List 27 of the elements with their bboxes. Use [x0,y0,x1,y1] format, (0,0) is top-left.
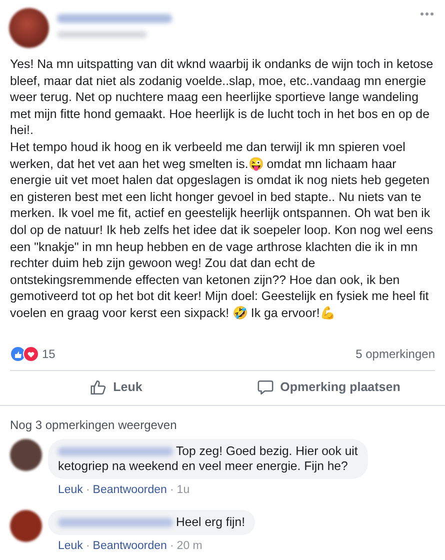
comment-button[interactable]: Opmerking plaatsen [222,370,435,404]
comment-text: ketogriep na weekend en veel meer energie. Fijn he? [58,458,348,474]
reply-link[interactable]: Beantwoorden [92,538,167,555]
comment-time: 1u [176,482,190,498]
comment-time: 20 m [176,538,202,554]
thumbs-up-icon [90,379,108,396]
comment-text: Top zeg! Goed bezig. Hier ook uit [176,444,358,458]
commenter-avatar [10,510,42,542]
avatar [9,8,49,48]
more-comments-link[interactable]: Nog 3 opmerkingen weergeven [10,416,435,434]
speech-bubble-icon [257,379,274,396]
comment-count[interactable]: 5 opmerkingen [356,344,435,362]
reaction-icons [10,346,40,362]
comment-text: Heel erg fijn! [176,514,246,530]
separator-dot: · [86,482,90,498]
more-options-icon[interactable] [420,12,434,16]
like-link[interactable]: Leuk [58,538,83,555]
separator-dot: · [170,482,174,498]
like-button[interactable]: Leuk [10,370,222,404]
like-link[interactable]: Leuk [58,482,83,499]
reply-link[interactable]: Beantwoorden [92,482,167,499]
separator-dot: · [170,538,174,554]
separator-dot: · [86,538,90,554]
reaction-count[interactable]: 15 [42,344,56,362]
commenter-avatar [10,438,42,470]
post-text: Yes! Na mn uitspatting van dit wknd waarbij ik ondanks de wijn toch in ketose bleef, maar dat niet als zodanig voelde..slap, moe, etc..vandaag mn energie weer terug. Net op nuchtere maag een heerlijke sportieve lange wandeling met mijn fitte hond gemaakt. Hoe heerlijk is de lucht toch in het bos en op de hei!. [10,56,434,139]
post-text: Het tempo houd ik hoog en ik verbeeld me dan terwijl ik mn spieren voel werken, dat het vet aan het weg smelten is.😜 omdat mn lichaam haar energie uit vet moet halen dat opgeslagen is omdat ik nog niets heb gegeten en gisteren best met een licht honger gevoel in bed stapte.. Nu niets van te merken. Ik voel me fit, actief en geestelijk heerlijk ontspannen. Oh wat ben ik dol op de natuur! Ik heb zelfs het idee dat ik soepeler loop. Kon nog wel eens een "knakje" in mn heup hebben en de vage arthrose klachten die ik in mn rechter duim heb zijn gewoon weg! Zou dat dan echt de ontstekingsremmende effecten van ketonen zijn?? Hoe dan ook, ik ben gemotiveerd tot op het bot dit keer! Mijn doel: Geestelijk en fysiek me heel fit voelen en graag voor kerst een sixpack! 🤣 Ik ga ervoor!💪 [10,138,434,322]
